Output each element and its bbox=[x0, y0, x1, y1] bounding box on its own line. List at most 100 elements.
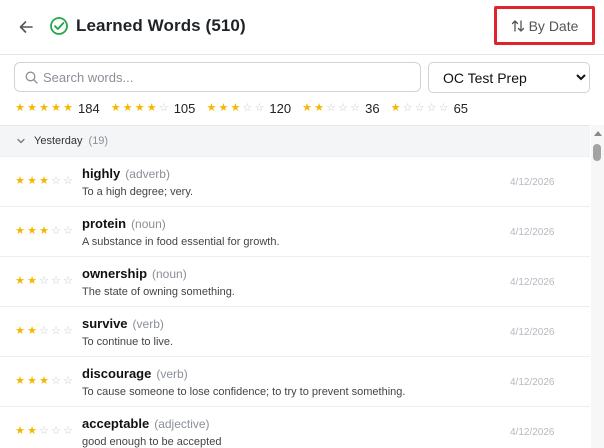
star-filled-icon: ★ bbox=[63, 101, 73, 114]
word-text: protein bbox=[82, 216, 127, 231]
group-count: (19) bbox=[88, 135, 109, 147]
word-definition: To continue to live. bbox=[82, 336, 174, 348]
word-text: ownership bbox=[82, 266, 148, 281]
word-row[interactable]: ★ ★ ★ ☆ ☆ protein (noun) A substance in food es… bbox=[0, 207, 590, 257]
word-rows: ★ ★ ★ ☆ ☆ highly (adverb) To a high degree; ver… bbox=[0, 157, 590, 448]
word-text: highly bbox=[82, 166, 121, 181]
star-filter-2[interactable]: ★ ★ ☆ ☆ ☆ 36 bbox=[301, 101, 379, 116]
sort-by-date-button[interactable]: By Date bbox=[494, 6, 595, 45]
sort-label: By Date bbox=[528, 17, 579, 34]
star-empty-icon: ☆ bbox=[63, 225, 73, 237]
page-title: Learned Words (510) bbox=[76, 16, 246, 35]
group-label: Yesterday bbox=[34, 135, 83, 147]
star-filled-icon: ★ bbox=[15, 275, 25, 287]
star-empty-icon: ☆ bbox=[51, 225, 61, 237]
deck-select[interactable]: OC Test Prep bbox=[428, 62, 590, 93]
star-filled-icon: ★ bbox=[51, 101, 61, 114]
star-empty-icon: ☆ bbox=[51, 325, 61, 337]
star-rating: ★ ★ ★ ★ ★ bbox=[14, 101, 74, 114]
word-row[interactable]: ★ ★ ☆ ☆ ☆ acceptable (adjective) good enough to… bbox=[0, 407, 590, 448]
word-definition: To a high degree; very. bbox=[82, 186, 194, 198]
star-rating: ★ ★ ★ ★ ☆ bbox=[110, 101, 170, 114]
star-filled-icon: ★ bbox=[390, 101, 401, 114]
star-filter-5[interactable]: ★ ★ ★ ★ ★ 184 bbox=[14, 101, 100, 116]
part-of-speech: (noun) bbox=[131, 217, 166, 231]
search-box[interactable] bbox=[14, 62, 421, 92]
star-filled-icon: ★ bbox=[218, 101, 229, 114]
star-filled-icon: ★ bbox=[146, 101, 157, 114]
learned-date: 4/12/2026 bbox=[510, 377, 555, 388]
star-filled-icon: ★ bbox=[27, 101, 37, 114]
part-of-speech: (verb) bbox=[156, 367, 188, 381]
learned-date: 4/12/2026 bbox=[510, 427, 555, 438]
word-star-rating[interactable]: ★ ★ ☆ ☆ ☆ bbox=[14, 426, 74, 437]
star-filled-icon: ★ bbox=[15, 175, 25, 187]
part-of-speech: (verb) bbox=[132, 317, 164, 331]
star-filled-icon: ★ bbox=[314, 101, 325, 114]
word-star-rating[interactable]: ★ ★ ★ ☆ ☆ bbox=[14, 176, 74, 187]
star-empty-icon: ☆ bbox=[51, 425, 61, 437]
word-row[interactable]: ★ ★ ★ ☆ ☆ highly (adverb) To a high degree; ver… bbox=[0, 157, 590, 207]
star-empty-icon: ☆ bbox=[254, 101, 265, 114]
filter-count: 65 bbox=[453, 100, 469, 116]
star-filter-4[interactable]: ★ ★ ★ ★ ☆ 105 bbox=[110, 101, 196, 116]
star-empty-icon: ☆ bbox=[63, 275, 73, 287]
star-rating: ★ ☆ ☆ ☆ ☆ bbox=[390, 101, 450, 114]
check-circle-icon bbox=[50, 17, 68, 35]
star-empty-icon: ☆ bbox=[402, 101, 413, 114]
group-header-yesterday[interactable]: Yesterday (19) bbox=[0, 126, 590, 157]
star-filter-1[interactable]: ★ ☆ ☆ ☆ ☆ 65 bbox=[390, 101, 468, 116]
word-definition: good enough to be accepted bbox=[82, 436, 222, 448]
arrow-left-icon bbox=[19, 21, 33, 33]
star-filled-icon: ★ bbox=[110, 101, 121, 114]
learned-date: 4/12/2026 bbox=[510, 227, 555, 238]
part-of-speech: (adverb) bbox=[125, 167, 170, 181]
back-button[interactable] bbox=[14, 15, 38, 39]
star-filled-icon: ★ bbox=[206, 101, 217, 114]
filter-count: 36 bbox=[365, 100, 380, 116]
part-of-speech: (noun) bbox=[152, 267, 187, 281]
word-star-rating[interactable]: ★ ★ ☆ ☆ ☆ bbox=[14, 276, 74, 287]
star-filled-icon: ★ bbox=[27, 325, 37, 337]
star-filter-3[interactable]: ★ ★ ★ ☆ ☆ 120 bbox=[205, 101, 291, 116]
learned-date: 4/12/2026 bbox=[510, 327, 555, 338]
star-empty-icon: ☆ bbox=[63, 425, 73, 437]
star-filled-icon: ★ bbox=[39, 225, 49, 237]
star-empty-icon: ☆ bbox=[39, 275, 49, 287]
star-empty-icon: ☆ bbox=[414, 101, 425, 114]
star-filled-icon: ★ bbox=[302, 101, 313, 114]
star-empty-icon: ☆ bbox=[51, 375, 61, 387]
word-row[interactable]: ★ ★ ☆ ☆ ☆ survive (verb) To continue to live. 4/… bbox=[0, 307, 590, 357]
sort-arrows-icon bbox=[511, 19, 524, 32]
star-empty-icon: ☆ bbox=[242, 101, 253, 114]
word-star-rating[interactable]: ★ ★ ★ ☆ ☆ bbox=[14, 376, 74, 387]
star-empty-icon: ☆ bbox=[350, 101, 361, 114]
star-filled-icon: ★ bbox=[39, 175, 49, 187]
word-row[interactable]: ★ ★ ★ ☆ ☆ discourage (verb) To cause someone to… bbox=[0, 357, 590, 407]
word-list: Yesterday (19) ★ ★ ★ ☆ ☆ highly (adverb) To a h… bbox=[0, 125, 590, 448]
scrollbar-thumb[interactable] bbox=[593, 144, 601, 161]
star-filled-icon: ★ bbox=[15, 425, 25, 437]
star-empty-icon: ☆ bbox=[51, 175, 61, 187]
star-filled-icon: ★ bbox=[230, 101, 241, 114]
word-heading: acceptable (adjective) bbox=[82, 416, 210, 431]
star-filled-icon: ★ bbox=[15, 325, 25, 337]
word-definition: The state of owning something. bbox=[82, 286, 235, 298]
word-row[interactable]: ★ ★ ☆ ☆ ☆ ownership (noun) The state of owning … bbox=[0, 257, 590, 307]
learned-date: 4/12/2026 bbox=[510, 177, 555, 188]
scrollbar[interactable] bbox=[591, 125, 604, 448]
search-input[interactable] bbox=[43, 67, 413, 87]
star-empty-icon: ☆ bbox=[338, 101, 349, 114]
word-heading: survive (verb) bbox=[82, 316, 164, 331]
star-filled-icon: ★ bbox=[27, 425, 37, 437]
word-heading: protein (noun) bbox=[82, 216, 166, 231]
star-filled-icon: ★ bbox=[39, 375, 49, 387]
star-filters: ★ ★ ★ ★ ★ 184 ★ ★ ★ ★ ☆ 105 ★ ★ ★ ☆ ☆ 120 ★ ★ ☆ ☆ ☆ 36 ★ ☆ ☆ ☆ ☆ 65 bbox=[14, 100, 478, 116]
star-empty-icon: ☆ bbox=[63, 375, 73, 387]
scroll-up-arrow-icon[interactable] bbox=[594, 131, 602, 136]
word-heading: discourage (verb) bbox=[82, 366, 188, 381]
word-star-rating[interactable]: ★ ★ ☆ ☆ ☆ bbox=[14, 326, 74, 337]
star-filled-icon: ★ bbox=[134, 101, 145, 114]
word-star-rating[interactable]: ★ ★ ★ ☆ ☆ bbox=[14, 226, 74, 237]
star-filled-icon: ★ bbox=[27, 375, 37, 387]
